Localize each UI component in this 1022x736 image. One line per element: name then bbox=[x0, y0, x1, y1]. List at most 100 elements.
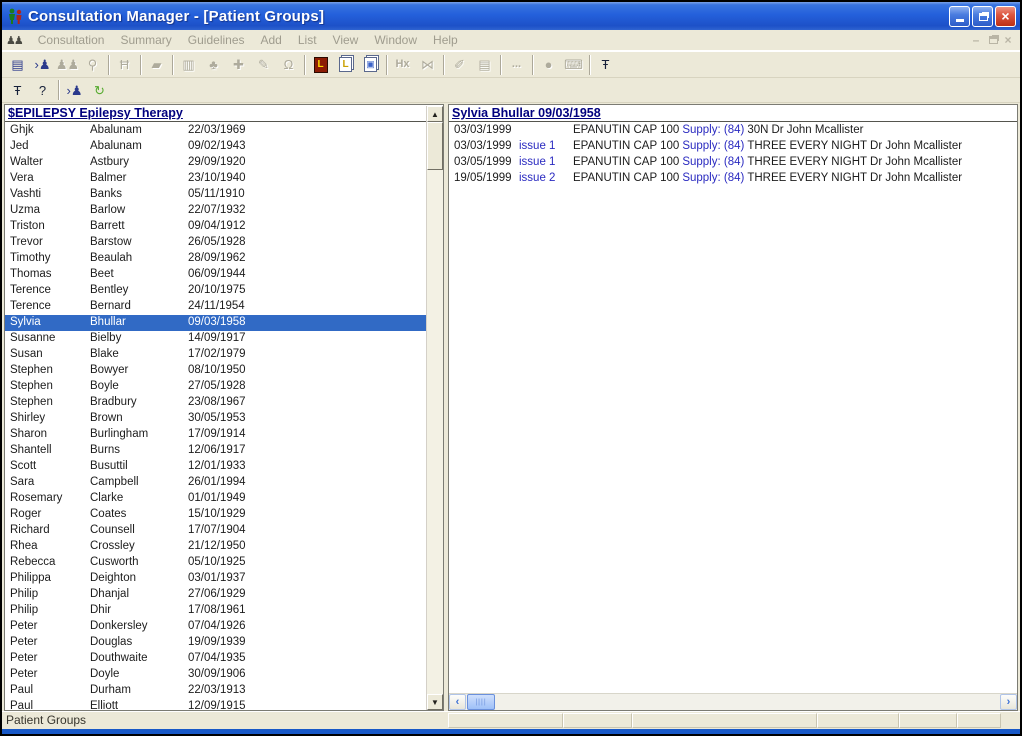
vertical-scrollbar[interactable]: ▲ ▼ bbox=[426, 106, 443, 710]
patient-row[interactable]: Sharon Burlingham 17/09/1914 bbox=[5, 427, 426, 443]
examination-chair-icon[interactable]: Ħ bbox=[112, 54, 137, 76]
prescriber-name: Dr John Mcallister bbox=[870, 156, 962, 168]
test-tree-icon[interactable]: Ŧ bbox=[593, 54, 618, 76]
patient-dob: 29/09/1920 bbox=[188, 155, 426, 171]
patient-row[interactable]: Rebecca Cusworth 05/10/1925 bbox=[5, 555, 426, 571]
patient-row[interactable]: Vashti Banks 05/11/1910 bbox=[5, 187, 426, 203]
code-pages-icon[interactable]: L bbox=[333, 54, 358, 76]
patient-row[interactable]: Uzma Barlow 22/07/1932 bbox=[5, 203, 426, 219]
patient-row[interactable]: Susanne Bielby 14/09/1917 bbox=[5, 331, 426, 347]
patient-last-name: Astbury bbox=[90, 155, 188, 171]
patient-row[interactable]: Trevor Barstow 26/05/1928 bbox=[5, 235, 426, 251]
eraser-icon[interactable]: ▰ bbox=[144, 54, 169, 76]
record-circle-icon[interactable]: ● bbox=[536, 54, 561, 76]
patient-row[interactable]: Timothy Beaulah 28/09/1962 bbox=[5, 251, 426, 267]
refresh-icon[interactable]: ↻ bbox=[87, 79, 112, 101]
patient-first-name: Rebecca bbox=[10, 555, 90, 571]
prescription-row[interactable]: 03/05/1999 issue 1 EPANUTIN CAP 100Suppl… bbox=[449, 155, 1017, 171]
menu-item[interactable]: Help bbox=[425, 31, 466, 49]
mdi-minimize-button[interactable]: – bbox=[968, 33, 984, 47]
patient-row[interactable]: Peter Douthwaite 07/04/1935 bbox=[5, 651, 426, 667]
patient-row[interactable]: Sara Campbell 26/01/1994 bbox=[5, 475, 426, 491]
patient-row[interactable]: Philip Dhanjal 27/06/1929 bbox=[5, 587, 426, 603]
scrollbar-track[interactable] bbox=[427, 170, 443, 694]
hscrollbar-thumb[interactable] bbox=[467, 694, 495, 710]
hscrollbar-track[interactable] bbox=[496, 694, 1000, 710]
mdi-restore-button[interactable] bbox=[984, 33, 1000, 47]
restore-button[interactable] bbox=[972, 6, 993, 27]
patient-row[interactable]: Jed Abalunam 09/02/1943 bbox=[5, 139, 426, 155]
prescription-row[interactable]: 03/03/1999 issue 1 EPANUTIN CAP 100Suppl… bbox=[449, 139, 1017, 155]
mdi-close-button[interactable]: × bbox=[1000, 33, 1016, 47]
patient-row[interactable]: Peter Doyle 30/09/1906 bbox=[5, 667, 426, 683]
patient-row[interactable]: Scott Busuttil 12/01/1933 bbox=[5, 459, 426, 475]
patient-row[interactable]: Triston Barrett 09/04/1912 bbox=[5, 219, 426, 235]
history-icon[interactable]: Hx bbox=[390, 54, 415, 76]
patient-row[interactable]: Shantell Burns 12/06/1917 bbox=[5, 443, 426, 459]
menu-item[interactable]: Add bbox=[253, 31, 290, 49]
menu-item[interactable]: View bbox=[325, 31, 367, 49]
test-tree-icon-2[interactable]: Ŧ bbox=[5, 79, 30, 101]
menu-item[interactable]: Consultation bbox=[30, 31, 113, 49]
menu-item[interactable]: Summary bbox=[112, 31, 179, 49]
scroll-right-button[interactable]: › bbox=[1000, 694, 1017, 710]
patient-row[interactable]: Philippa Deighton 03/01/1937 bbox=[5, 571, 426, 587]
patient-row[interactable]: Walter Astbury 29/09/1920 bbox=[5, 155, 426, 171]
horizontal-scrollbar[interactable]: ‹ › bbox=[449, 693, 1017, 710]
patient-row[interactable]: Paul Elliott 12/09/1915 bbox=[5, 699, 426, 710]
minimize-button[interactable] bbox=[949, 6, 970, 27]
scroll-down-button[interactable]: ▼ bbox=[427, 694, 443, 710]
select-patient-icon[interactable]: ›♟ bbox=[30, 54, 55, 76]
patient-row[interactable]: Philip Dhir 17/08/1961 bbox=[5, 603, 426, 619]
patient-row[interactable]: Peter Donkersley 07/04/1926 bbox=[5, 619, 426, 635]
immunisation-syringe-icon[interactable]: ✚ bbox=[226, 54, 251, 76]
dose-instruction: 30N bbox=[747, 124, 768, 136]
scrollbar-thumb[interactable] bbox=[427, 122, 443, 170]
patient-last-name: Beet bbox=[90, 267, 188, 283]
status-panel bbox=[632, 713, 817, 728]
scroll-left-button[interactable]: ‹ bbox=[449, 694, 466, 710]
form-pages-icon[interactable]: ▣ bbox=[358, 54, 383, 76]
patient-row[interactable]: Stephen Bradbury 23/08/1967 bbox=[5, 395, 426, 411]
patient-group-icon[interactable]: ♟♟ bbox=[55, 54, 80, 76]
lifestyle-apple-icon[interactable]: ♣ bbox=[201, 54, 226, 76]
patient-row[interactable]: Terence Bentley 20/10/1975 bbox=[5, 283, 426, 299]
keyboard-icon[interactable]: ⌨ bbox=[561, 54, 586, 76]
patient-row[interactable]: Sylvia Bhullar 09/03/1958 bbox=[5, 315, 426, 331]
medication-icon[interactable]: ✐ bbox=[447, 54, 472, 76]
patient-row[interactable]: Shirley Brown 30/05/1953 bbox=[5, 411, 426, 427]
guidelines-book-icon[interactable]: ▥ bbox=[176, 54, 201, 76]
patient-row[interactable]: Stephen Bowyer 08/10/1950 bbox=[5, 363, 426, 379]
read-code-book-icon[interactable]: L bbox=[308, 54, 333, 76]
patient-row[interactable]: Stephen Boyle 27/05/1928 bbox=[5, 379, 426, 395]
menu-item[interactable]: Window bbox=[366, 31, 425, 49]
prescription-row[interactable]: 03/03/1999 EPANUTIN CAP 100Supply: (84)3… bbox=[449, 123, 1017, 139]
find-patient-icon[interactable]: ⚲ bbox=[80, 54, 105, 76]
patient-row[interactable]: Vera Balmer 23/10/1940 bbox=[5, 171, 426, 187]
patient-row[interactable]: Richard Counsell 17/07/1904 bbox=[5, 523, 426, 539]
stethoscope-icon[interactable]: Ω bbox=[276, 54, 301, 76]
prescription-row[interactable]: 19/05/1999 issue 2 EPANUTIN CAP 100Suppl… bbox=[449, 171, 1017, 187]
select-patient-icon-2[interactable]: ›♟ bbox=[62, 79, 87, 101]
bowtie-icon[interactable]: ⋈ bbox=[415, 54, 440, 76]
patient-row[interactable]: Rhea Crossley 21/12/1950 bbox=[5, 539, 426, 555]
patient-row[interactable]: Peter Douglas 19/09/1939 bbox=[5, 635, 426, 651]
notepad-icon[interactable]: ▤ bbox=[472, 54, 497, 76]
patient-row[interactable]: Roger Coates 15/10/1929 bbox=[5, 507, 426, 523]
pen-icon[interactable]: ✎ bbox=[251, 54, 276, 76]
patient-row[interactable]: Terence Bernard 24/11/1954 bbox=[5, 299, 426, 315]
patient-row[interactable]: Rosemary Clarke 01/01/1949 bbox=[5, 491, 426, 507]
close-button[interactable]: × bbox=[995, 6, 1016, 27]
patient-dob: 12/06/1917 bbox=[188, 443, 426, 459]
help-icon[interactable]: ? bbox=[30, 79, 55, 101]
more-options-icon[interactable]: ... bbox=[504, 54, 529, 76]
menu-item[interactable]: List bbox=[290, 31, 325, 49]
supply-quantity: Supply: (84) bbox=[682, 172, 744, 184]
patient-row[interactable]: Ghjk Abalunam 22/03/1969 bbox=[5, 123, 426, 139]
patient-row[interactable]: Susan Blake 17/02/1979 bbox=[5, 347, 426, 363]
menu-item[interactable]: Guidelines bbox=[180, 31, 253, 49]
consultation-window-icon[interactable]: ▤ bbox=[5, 54, 30, 76]
patient-row[interactable]: Thomas Beet 06/09/1944 bbox=[5, 267, 426, 283]
patient-row[interactable]: Paul Durham 22/03/1913 bbox=[5, 683, 426, 699]
scroll-up-button[interactable]: ▲ bbox=[427, 106, 443, 122]
